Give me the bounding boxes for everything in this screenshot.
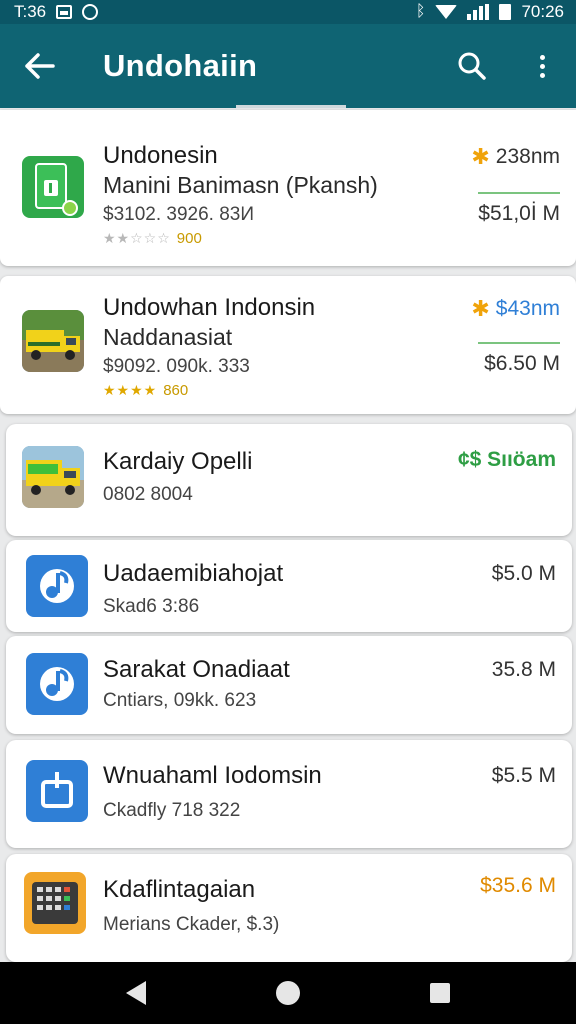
calculator-icon: [24, 872, 86, 934]
item-value: $6.50 M: [484, 352, 560, 375]
navigation-bar: [0, 962, 576, 1024]
item-name: Undonesin: [103, 142, 218, 169]
list-item[interactable]: Uadaemibiahojat Skad6 3:86 $5.0 M: [6, 540, 572, 632]
item-name: Kardaiy Opelli: [103, 448, 253, 475]
item-top-right: ✱ 238nm: [471, 144, 560, 169]
list-item[interactable]: Kardaiy Opelli 0802 8004 ¢$ Sııöam: [6, 424, 572, 536]
item-meta: $3102. 3926. 83И: [103, 204, 255, 225]
list-item[interactable]: Kdaflintagaian Merians Ckader, $.3) $35.…: [6, 854, 572, 962]
back-arrow-icon[interactable]: [20, 46, 60, 86]
rating: ★★☆☆☆ 900: [103, 230, 202, 247]
status-time-left: T:36: [14, 2, 47, 21]
item-name: Undowhan Indonsin: [103, 294, 316, 321]
item-meta: 0802 8004: [103, 484, 193, 505]
item-subtitle: Manini Banimasn (Pkansh): [103, 172, 378, 198]
item-value: $5.5 M: [491, 764, 556, 787]
nav-back-icon[interactable]: [126, 981, 146, 1005]
tab-indicator: [236, 105, 346, 108]
truck-photo-icon: [22, 310, 84, 372]
divider: [478, 342, 560, 344]
bluetooth-icon: ᛒ: [415, 3, 426, 20]
item-top-right: ✱ $43nm: [471, 296, 560, 321]
rating-count: 860: [163, 382, 189, 399]
app-bar: Undohaiin: [0, 24, 576, 108]
music-note-icon: [26, 653, 88, 715]
signal-icon: [467, 4, 490, 20]
document-app-icon: [22, 156, 84, 218]
list-item[interactable]: Undonesin Manini Banimasn (Pkansh) $3102…: [0, 110, 576, 266]
nav-home-icon[interactable]: [276, 981, 300, 1005]
status-time-right: 70:26: [521, 2, 564, 21]
status-bar: T:36 ᛒ 70:26: [0, 0, 576, 24]
item-name: Kdaflintagaian: [103, 876, 256, 903]
divider: [478, 192, 560, 194]
item-meta: Cntiars, 09kk. 623: [103, 690, 257, 711]
list-item[interactable]: Wnuahaml Iodomsin Ckadfly 718 322 $5.5 M: [6, 740, 572, 848]
wifi-icon: [435, 5, 458, 19]
item-value: $5.0 M: [491, 562, 556, 585]
list-item[interactable]: Undowhan Indonsin Naddanasiat $9092. 090…: [0, 276, 576, 414]
rating: ★★★★ 860: [103, 382, 188, 399]
item-meta: Ckadfly 718 322: [103, 800, 241, 821]
item-name: Wnuahaml Iodomsin: [103, 762, 322, 789]
more-vert-icon[interactable]: [522, 46, 562, 86]
item-meta: $9092. 090k. 333: [103, 356, 250, 377]
item-value: $35.6 M: [480, 874, 556, 897]
nav-recents-icon[interactable]: [430, 983, 450, 1003]
star-icon: ✱: [471, 296, 490, 321]
item-name: Uadaemibiahojat: [103, 560, 284, 587]
battery-icon: [499, 4, 512, 20]
search-icon[interactable]: [452, 46, 492, 86]
circle-icon: [82, 4, 99, 20]
item-meta: Skad6 3:86: [103, 596, 200, 617]
item-name: Sarakat Onadiaat: [103, 656, 290, 683]
item-subtitle: Naddanasiat: [103, 324, 233, 350]
page-title: Undohaiin: [103, 48, 258, 83]
rating-stars: ★★★★: [103, 382, 158, 398]
list-item[interactable]: Sarakat Onadiaat Cntiars, 09kk. 623 35.8…: [6, 636, 572, 734]
item-meta: Merians Ckader, $.3): [103, 914, 280, 935]
item-value: 35.8 M: [491, 658, 556, 681]
gallery-icon: [56, 5, 73, 19]
music-note-icon: [26, 555, 88, 617]
rating-stars: ★★☆☆☆: [103, 230, 171, 246]
item-value: $51,0İ M: [478, 202, 560, 225]
share-box-icon: [26, 760, 88, 822]
rating-count: 900: [176, 230, 202, 247]
item-top-right: ¢$ Sııöam: [457, 448, 556, 471]
star-icon: ✱: [471, 144, 490, 169]
truck-green-photo-icon: [22, 446, 84, 508]
